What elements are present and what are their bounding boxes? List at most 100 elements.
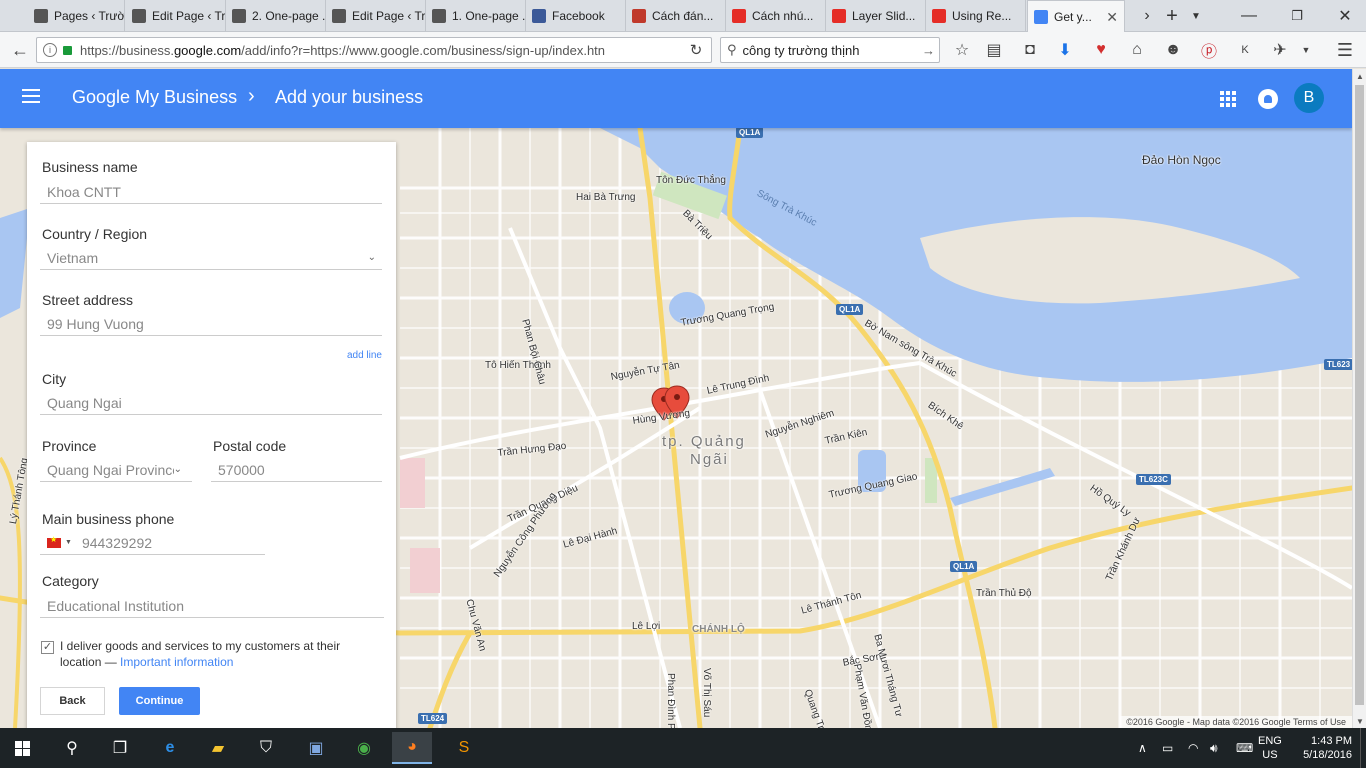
pocket-icon[interactable]: ◘ [1020, 36, 1040, 64]
url-bar[interactable]: i https://business. google.com/add/info?r… [36, 37, 712, 63]
back-button[interactable]: Back [40, 687, 105, 715]
browser-tab[interactable]: Cách đán... [626, 0, 726, 32]
business-name-input[interactable]: Khoa CNTT [40, 180, 382, 204]
search-go-arrow-icon[interactable]: → [922, 43, 935, 58]
browser-tab[interactable]: 1. One-page ... [426, 0, 526, 32]
extension-icon[interactable]: ✈ [1270, 36, 1290, 64]
apps-grid-icon[interactable] [1220, 91, 1236, 107]
navigation-bar: ← i https://business. google.com/add/info… [0, 32, 1366, 68]
browser-tab[interactable]: Get y... ✕ [1027, 0, 1125, 33]
scroll-down-arrow-icon[interactable]: ▼ [1353, 714, 1366, 728]
firefox-icon[interactable]: ◕ [392, 732, 432, 764]
street-address-input[interactable]: 99 Hung Vuong [40, 312, 382, 336]
scrollbar-thumb[interactable] [1355, 85, 1364, 705]
store-icon[interactable]: ⛉ [246, 732, 286, 764]
browser-tab[interactable]: Layer Slid... [826, 0, 926, 32]
scroll-up-arrow-icon[interactable]: ▲ [1353, 69, 1366, 83]
youtube-icon [832, 9, 846, 23]
new-tab-button[interactable]: + [1160, 0, 1184, 32]
road-badge-ql1a: QL1A [950, 561, 978, 572]
edge-browser-icon[interactable]: e [150, 732, 190, 764]
country-select[interactable]: Vietnam ⌄ [40, 246, 382, 270]
back-arrow-icon[interactable]: ← [8, 36, 32, 64]
menu-icon[interactable]: ☰ [1334, 36, 1356, 64]
battery-icon[interactable]: ▭ [1162, 728, 1173, 768]
browser-tab[interactable]: Edit Page ‹ Tr... [126, 0, 226, 32]
tray-show-hidden-icon[interactable]: ∧ [1138, 728, 1147, 768]
download-icon[interactable]: ⬇ [1055, 36, 1075, 64]
file-explorer-icon[interactable]: ▰ [198, 732, 238, 764]
floppy-app-icon[interactable]: ▣ [296, 732, 336, 764]
avatar[interactable]: B [1294, 83, 1324, 113]
wifi-icon[interactable]: ◠ [1188, 728, 1198, 768]
app-title[interactable]: Google My Business [72, 87, 237, 108]
browser-tab[interactable]: Cách nhú... [726, 0, 826, 32]
postal-code-input[interactable]: 570000 [211, 458, 382, 482]
clock[interactable]: 1:43 PM 5/18/2016 [1298, 728, 1352, 768]
browser-tab[interactable]: Pages ‹ Trườn... [28, 0, 125, 32]
country-code-dropdown-icon[interactable]: ▼ [65, 539, 72, 546]
browser-tab[interactable]: Edit Page ‹ Tr... [326, 0, 426, 32]
page-icon [232, 9, 246, 23]
road-badge-tl623: TL623 [1324, 359, 1352, 370]
task-view-icon[interactable]: ❐ [100, 732, 140, 764]
info-icon[interactable]: i [43, 43, 57, 57]
app-circle-icon[interactable]: ◉ [344, 732, 384, 764]
phone-input[interactable]: ▼ 944329292 [40, 531, 265, 555]
close-window-button[interactable]: ✕ [1330, 0, 1360, 32]
volume-icon[interactable]: 🔊︎ [1210, 728, 1218, 768]
search-bar[interactable]: ⚲ công ty trường thịnh → [720, 37, 940, 63]
browser-tab[interactable]: Facebook [526, 0, 626, 32]
add-line-link[interactable]: add line [347, 350, 382, 361]
show-desktop-button[interactable] [1360, 728, 1366, 768]
windows-start-icon[interactable] [2, 732, 42, 764]
notifications-bell-icon[interactable] [1258, 89, 1278, 109]
bookmark-star-icon[interactable]: ☆ [952, 36, 972, 64]
home-icon[interactable]: ⌂ [1127, 36, 1147, 64]
vietnam-flag-icon[interactable] [47, 535, 61, 548]
chevron-down-icon: ⌄ [173, 464, 182, 475]
road-badge-tl624: TL624 [418, 713, 448, 724]
extension-dropdown-icon[interactable]: ▼ [1298, 36, 1314, 64]
browser-tab-label: Cách nhú... [752, 9, 814, 23]
tab-scroll-right-icon[interactable]: › [1136, 0, 1158, 32]
reading-list-icon[interactable]: ▤ [984, 36, 1004, 64]
browser-tab[interactable]: Using Re... [926, 0, 1026, 32]
clock-time: 1:43 PM [1311, 735, 1352, 747]
browser-tab-label: 1. One-page ... [452, 9, 526, 23]
chat-icon[interactable]: ☻ [1163, 36, 1183, 64]
page-scrollbar[interactable]: ▲ ▼ [1352, 69, 1366, 728]
province-label: Province [42, 438, 97, 454]
map-attribution[interactable]: ©2016 Google - Map data ©2016 Google Ter… [1120, 716, 1352, 728]
save-heart-icon[interactable]: ♥ [1091, 36, 1111, 64]
province-select[interactable]: Quang Ngai Province ⌄ [40, 458, 192, 482]
browser-tab-label: Edit Page ‹ Tr... [352, 9, 425, 23]
country-label: Country / Region [42, 226, 148, 242]
url-host: google.com [173, 42, 242, 58]
browser-tab[interactable]: 2. One-page ... [226, 0, 326, 32]
k-extension-icon[interactable]: K [1235, 36, 1255, 64]
deliver-checkbox[interactable]: ✓ [41, 641, 54, 654]
pinterest-icon[interactable]: ⓟ [1199, 36, 1219, 64]
important-information-link[interactable]: Important information [120, 655, 233, 669]
reload-icon[interactable]: ↻ [686, 36, 706, 64]
close-tab-icon[interactable]: ✕ [1098, 9, 1118, 26]
gmb-icon [1034, 10, 1048, 24]
map-label: Tôn Đức Thắng [656, 175, 726, 186]
chevron-down-icon: ⌄ [367, 252, 376, 263]
phone-value: 944329292 [81, 534, 153, 551]
hamburger-menu-icon[interactable] [22, 89, 40, 103]
search-icon[interactable]: ⚲ [52, 732, 92, 764]
continue-button[interactable]: Continue [119, 687, 200, 715]
maximize-button[interactable]: ❐ [1284, 0, 1310, 32]
minimize-button[interactable]: — [1236, 0, 1262, 32]
category-input[interactable]: Educational Institution [40, 594, 384, 618]
sublime-text-icon[interactable]: S [444, 732, 484, 764]
province-value: Quang Ngai Province [47, 461, 181, 478]
add-business-form: Business name Khoa CNTT Country / Region… [27, 142, 396, 732]
city-input[interactable]: Quang Ngai [40, 391, 382, 415]
tab-list-dropdown-icon[interactable]: ▼ [1186, 0, 1206, 32]
keyboard-icon[interactable]: ⌨ [1236, 728, 1253, 768]
road-badge-tl623c: TL623C [1136, 474, 1171, 485]
language-indicator[interactable]: ENG US [1258, 728, 1282, 768]
